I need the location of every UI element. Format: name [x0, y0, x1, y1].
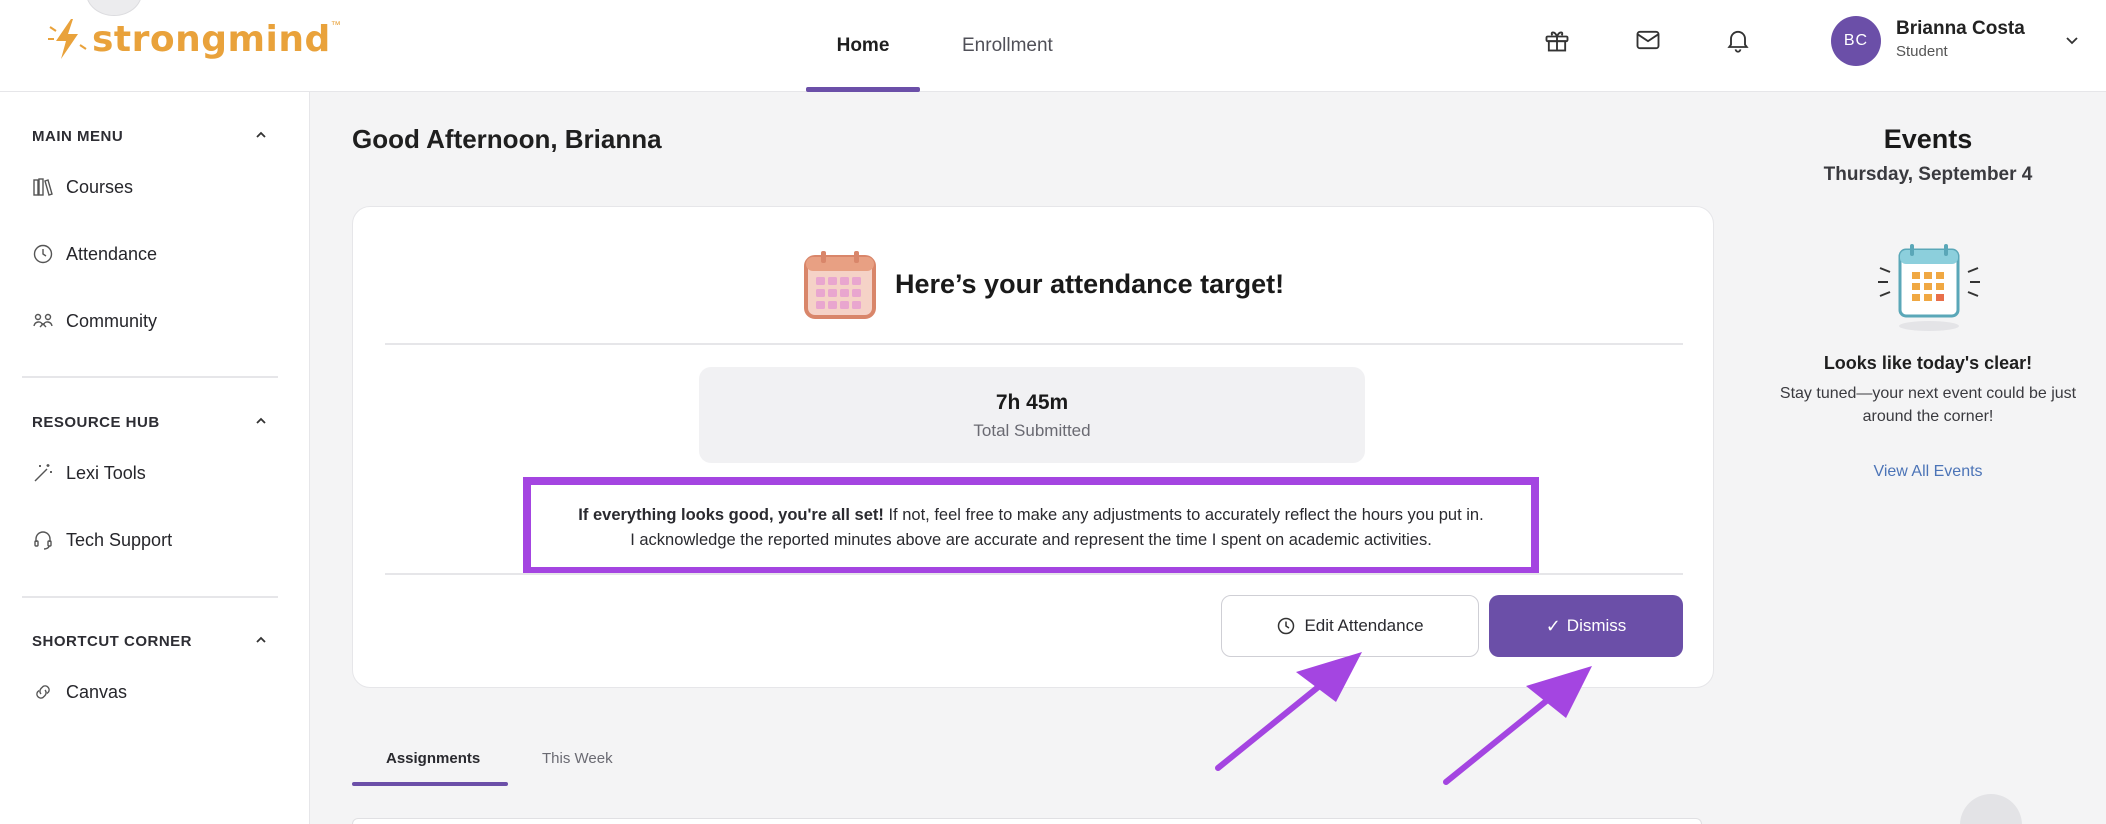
books-icon — [33, 178, 53, 196]
sidebar-item-courses[interactable]: Courses — [32, 170, 133, 204]
bell-icon[interactable] — [1724, 26, 1752, 54]
chevron-down-icon[interactable] — [2062, 30, 2082, 50]
brand-name: strongmind — [92, 18, 331, 60]
calendar-empty-icon — [1878, 244, 1980, 331]
nav-home[interactable]: Home — [806, 0, 920, 92]
events-date: Thursday, September 4 — [1823, 164, 2033, 185]
sidebar-item-label: Attendance — [66, 243, 158, 264]
sidebar: MAIN MENU Courses Attendance Community R… — [0, 92, 310, 824]
calendar-icon — [804, 251, 876, 319]
section-main-menu[interactable]: MAIN MENU — [32, 128, 123, 145]
user-name[interactable]: Brianna Costa — [1896, 18, 2025, 40]
clock-icon — [33, 244, 53, 264]
chevron-up-icon[interactable] — [252, 631, 270, 649]
nav-enrollment[interactable]: Enrollment — [962, 0, 1053, 92]
attendance-card-title: Here’s your attendance target! — [895, 268, 1285, 299]
bolt-icon — [48, 19, 87, 59]
strongmind-logo[interactable]: strongmind ™ — [46, 14, 341, 64]
link-icon — [36, 685, 50, 699]
card-divider — [385, 343, 1683, 345]
section-shortcut-corner[interactable]: SHORTCUT CORNER — [32, 633, 192, 650]
acknowledgement-text: If everything looks good, you're all set… — [523, 477, 1539, 575]
sidebar-item-lexi-tools[interactable]: Lexi Tools — [32, 456, 146, 490]
mail-icon[interactable] — [1634, 26, 1662, 54]
sidebar-divider — [22, 376, 278, 378]
tab-this-week[interactable]: This Week — [542, 750, 613, 767]
attendance-card: Here’s your attendance target! 7h 45m To… — [352, 206, 1714, 688]
edit-attendance-button[interactable]: Edit Attendance — [1221, 595, 1479, 657]
chevron-up-icon[interactable] — [252, 126, 270, 144]
sidebar-item-community[interactable]: Community — [32, 304, 157, 338]
chevron-up-icon[interactable] — [252, 412, 270, 430]
sidebar-item-label: Canvas — [66, 681, 128, 702]
floating-action-button[interactable] — [1960, 794, 2022, 824]
acknowledgement-bold: If everything looks good, you're all set… — [578, 506, 884, 524]
sidebar-item-label: Courses — [66, 176, 134, 197]
view-all-events-link[interactable]: View All Events — [1736, 463, 2106, 481]
dismiss-button[interactable]: ✓ Dismiss — [1489, 595, 1683, 657]
check-icon: ✓ — [1545, 615, 1561, 636]
attendance-card-header: Here’s your attendance target! — [803, 249, 1284, 319]
sidebar-item-label: Tech Support — [66, 529, 173, 550]
avatar[interactable]: BC — [1831, 16, 1881, 66]
events-empty-title: Looks like today's clear! — [1823, 353, 2033, 373]
top-bar: strongmind ™ Home Enrollment BC Brianna … — [0, 0, 2106, 92]
sidebar-divider — [22, 596, 278, 598]
dismiss-label: Dismiss — [1566, 616, 1627, 635]
acknowledgement-line-1: If everything looks good, you're all set… — [531, 503, 1531, 528]
edit-attendance-label: Edit Attendance — [1304, 616, 1424, 635]
greeting-heading: Good Afternoon, Brianna — [352, 124, 662, 154]
trademark: ™ — [330, 20, 341, 31]
gift-icon[interactable] — [1543, 26, 1571, 54]
sidebar-item-label: Community — [66, 310, 158, 331]
section-resource-hub[interactable]: RESOURCE HUB — [32, 414, 160, 431]
active-tab-indicator — [352, 782, 508, 786]
user-role: Student — [1896, 43, 1948, 60]
assignments-panel — [352, 818, 1702, 824]
sidebar-item-label: Lexi Tools — [66, 462, 146, 483]
events-empty-text: Stay tuned—your next event could be just… — [1779, 385, 2077, 425]
tab-assignments[interactable]: Assignments — [386, 750, 480, 767]
total-submitted-value: 7h 45m — [995, 391, 1069, 414]
sidebar-item-attendance[interactable]: Attendance — [32, 237, 157, 271]
total-submitted-box: 7h 45m Total Submitted — [699, 367, 1365, 463]
sidebar-item-canvas[interactable]: Canvas — [32, 675, 127, 709]
total-submitted-label: Total Submitted — [973, 421, 1091, 440]
acknowledgement-rest: If not, feel free to make any adjustment… — [883, 506, 1484, 524]
assignments-tabs: Assignments This Week — [352, 740, 1714, 786]
card-divider — [385, 573, 1683, 575]
magic-wand-icon — [34, 464, 52, 482]
acknowledgement-line-2: I acknowledge the reported minutes above… — [630, 531, 1432, 549]
sidebar-item-tech-support[interactable]: Tech Support — [32, 523, 172, 557]
community-icon — [33, 313, 53, 328]
events-title: Events — [1883, 124, 1973, 154]
clock-icon — [1278, 617, 1295, 635]
headset-icon — [34, 531, 52, 550]
